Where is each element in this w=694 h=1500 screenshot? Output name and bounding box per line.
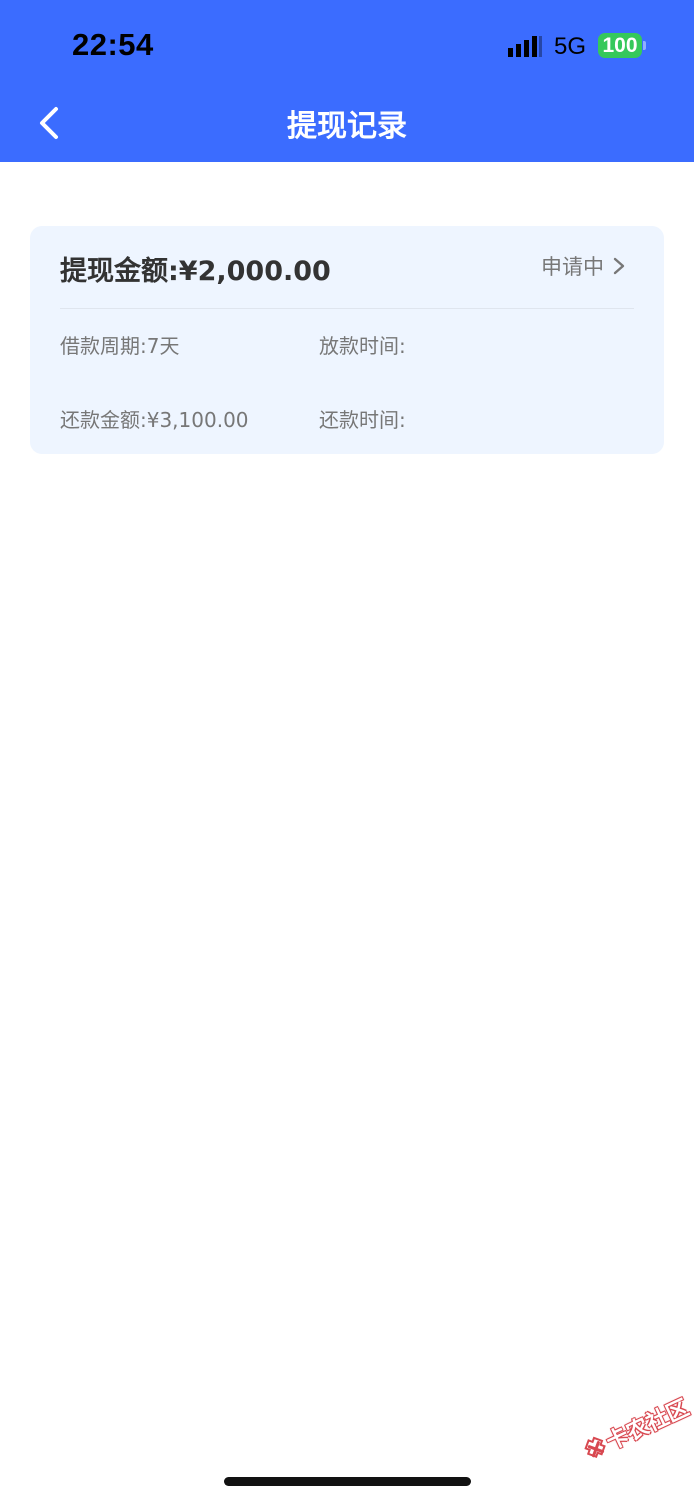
loan-term: 借款周期:7天 (60, 334, 180, 358)
page-title: 提现记录 (287, 109, 407, 144)
home-indicator[interactable] (224, 1477, 471, 1486)
top-header: 22:54 5G 100 提现记录 (0, 0, 694, 162)
application-status: 申请中 (541, 255, 604, 279)
chevron-right-icon (613, 257, 625, 275)
repayment-amount: 还款金额:¥3,100.00 (60, 408, 249, 432)
battery-indicator: 100 (598, 33, 646, 60)
network-label: 5G (554, 33, 587, 60)
status-time: 22:54 (72, 27, 154, 62)
battery-level: 100 (598, 33, 642, 58)
watermark: 卡农社区 (566, 1373, 693, 1480)
disbursement-time: 放款时间: (319, 334, 406, 358)
withdrawal-amount: 提现金额:¥2,000.00 (60, 256, 331, 287)
application-status-link[interactable]: 申请中 (541, 251, 626, 281)
record-divider (60, 308, 634, 309)
withdrawal-record-card[interactable]: 提现金额:¥2,000.00 申请中 借款周期:7天 放款时间: 还款金额:¥3… (30, 226, 664, 454)
signal-icon (508, 36, 542, 57)
repayment-time: 还款时间: (319, 408, 406, 432)
watermark-text: 卡农社区 (602, 1395, 693, 1456)
record-header: 提现金额:¥2,000.00 申请中 (60, 247, 634, 287)
battery-tip (643, 41, 646, 50)
